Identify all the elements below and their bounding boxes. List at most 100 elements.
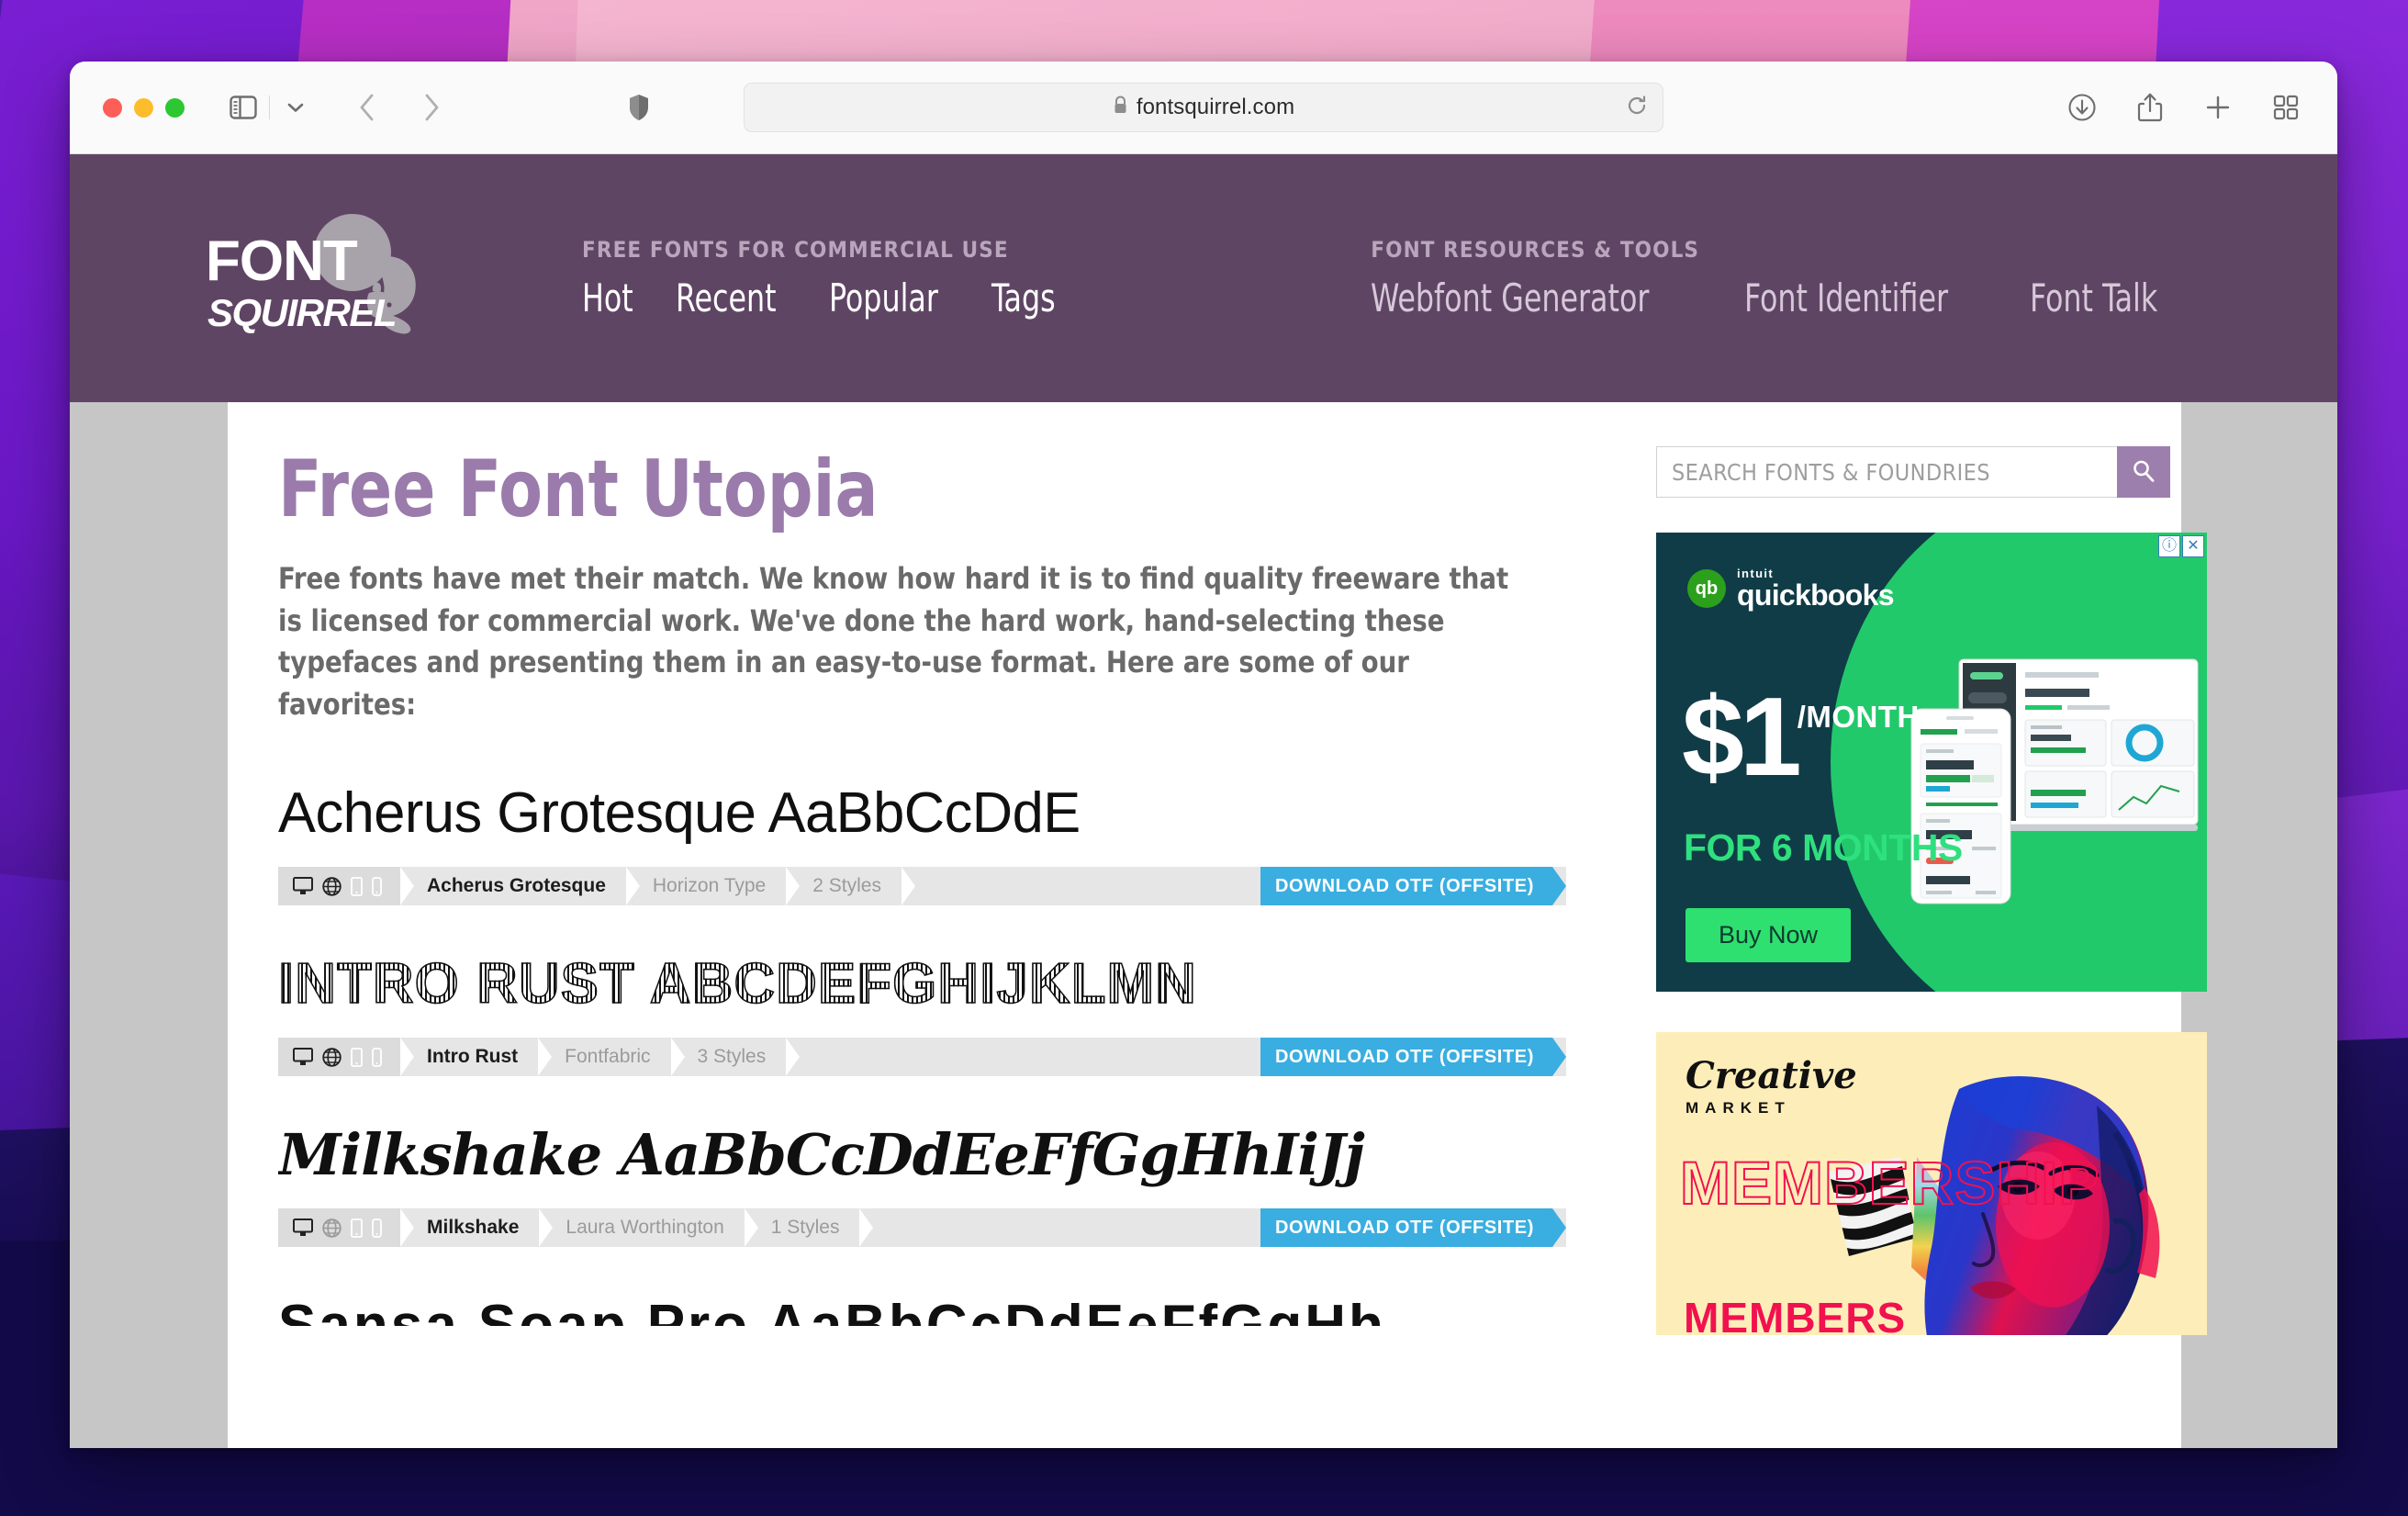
ad-cta-button[interactable]: Buy Now bbox=[1686, 908, 1852, 962]
font-styles-count: 1 Styles bbox=[757, 1208, 860, 1248]
meta-chevron bbox=[400, 1208, 414, 1248]
ad-price: $1 bbox=[1682, 674, 1802, 799]
search-icon bbox=[2132, 459, 2156, 486]
page-title: Free Font Utopia bbox=[278, 444, 879, 535]
download-chevron bbox=[1246, 867, 1260, 906]
font-foundry[interactable]: Laura Worthington bbox=[553, 1208, 745, 1248]
font-styles-count: 2 Styles bbox=[800, 867, 902, 906]
font-foundry[interactable]: Fontfabric bbox=[552, 1038, 671, 1077]
window-controls[interactable] bbox=[103, 97, 185, 118]
quickbooks-mark: qb bbox=[1687, 569, 1726, 608]
font-name[interactable]: Acherus Grotesque bbox=[414, 867, 626, 906]
meta-spacer bbox=[914, 867, 1247, 906]
font-row: Acherus Grotesque AaBbCcDdE Acherus Grot… bbox=[278, 777, 1566, 906]
ad-product-screenshot bbox=[1910, 658, 2199, 904]
nav-link-font-talk[interactable]: Font Talk bbox=[2030, 275, 2157, 320]
desktop-icon bbox=[293, 1218, 313, 1237]
search-input[interactable] bbox=[1656, 446, 2117, 498]
font-specimen[interactable]: INTRO RUST ABCDEFGHIJKLMN bbox=[278, 948, 1566, 1027]
site-header: FONT SQUIRREL FREE FONTS FOR COMMERCIAL … bbox=[70, 154, 2337, 402]
tablet-icon bbox=[372, 876, 382, 896]
sidebar-toggle-icon[interactable] bbox=[223, 87, 263, 128]
sidebar: ⓘ ✕ qb intuit quickbooks bbox=[1621, 402, 2207, 1448]
browser-window: fontsquirrel.com FONT SQUIRREL FREE FONT… bbox=[70, 62, 2337, 1448]
font-name[interactable]: Intro Rust bbox=[414, 1038, 539, 1077]
web-icon bbox=[322, 876, 342, 896]
content-wrapper: Free Font Utopia Free fonts have met the… bbox=[228, 402, 2207, 1448]
page-viewport: FONT SQUIRREL FREE FONTS FOR COMMERCIAL … bbox=[70, 154, 2337, 1448]
font-meta-bar: Milkshake Laura Worthington 1 Styles DOW… bbox=[278, 1208, 1566, 1248]
web-icon bbox=[322, 1047, 342, 1067]
font-usage-icons bbox=[278, 867, 400, 906]
ad-quickbooks[interactable]: ⓘ ✕ qb intuit quickbooks $1 /MONTH FOR 6… bbox=[1656, 533, 2207, 992]
meta-chevron bbox=[901, 867, 915, 906]
download-arrow-tip bbox=[1552, 1038, 1566, 1077]
nav-link-font-identifier[interactable]: Font Identifier bbox=[1744, 275, 1948, 320]
ad-subhead: FOR 6 MONTHS bbox=[1684, 826, 1963, 869]
toolbar-right-actions bbox=[2062, 87, 2306, 128]
ad-info-icon[interactable]: ⓘ bbox=[2158, 535, 2180, 557]
font-name[interactable]: Milkshake bbox=[414, 1208, 540, 1248]
forward-arrow-icon[interactable] bbox=[411, 87, 452, 128]
close-window-button[interactable] bbox=[103, 97, 122, 118]
meta-spacer bbox=[873, 1208, 1247, 1248]
download-button-group[interactable]: DOWNLOAD OTF (OFFSITE) bbox=[1246, 867, 1566, 906]
tab-overview-icon[interactable] bbox=[2266, 87, 2306, 128]
download-button[interactable]: DOWNLOAD OTF (OFFSITE) bbox=[1260, 1208, 1552, 1248]
download-arrow-tip bbox=[1552, 1208, 1566, 1248]
font-specimen[interactable]: Milkshake AaBbCcDdEeFfGgHhIiJj bbox=[278, 1118, 1566, 1197]
download-button-group[interactable]: DOWNLOAD OTF (OFFSITE) bbox=[1246, 1038, 1566, 1077]
download-button[interactable]: DOWNLOAD OTF (OFFSITE) bbox=[1260, 1038, 1552, 1077]
quickbooks-label: quickbooks bbox=[1737, 578, 1895, 612]
back-arrow-icon[interactable] bbox=[347, 87, 387, 128]
downloads-icon[interactable] bbox=[2062, 87, 2102, 128]
meta-chevron bbox=[400, 1038, 414, 1077]
meta-chevron bbox=[625, 867, 640, 906]
download-button-group[interactable]: DOWNLOAD OTF (OFFSITE) bbox=[1246, 1208, 1566, 1248]
creative-market-subwordmark: MARKET bbox=[1686, 1099, 1791, 1117]
meta-chevron bbox=[786, 867, 801, 906]
nav-link-popular[interactable]: Popular bbox=[829, 275, 938, 320]
search-button[interactable] bbox=[2117, 446, 2170, 498]
nav-link-recent[interactable]: Recent bbox=[676, 275, 777, 320]
font-foundry[interactable]: Horizon Type bbox=[639, 867, 787, 906]
font-styles-count: 3 Styles bbox=[684, 1038, 787, 1077]
maximize-window-button[interactable] bbox=[165, 97, 185, 118]
plus-icon[interactable] bbox=[2198, 87, 2238, 128]
ad-close-icon[interactable]: ✕ bbox=[2182, 535, 2204, 557]
minimize-window-button[interactable] bbox=[134, 97, 153, 118]
svg-text:FONT: FONT bbox=[206, 230, 358, 293]
nav-kicker-free-fonts: FREE FONTS FOR COMMERCIAL USE bbox=[582, 236, 1009, 263]
font-usage-icons bbox=[278, 1038, 400, 1077]
nav-link-tags[interactable]: Tags bbox=[991, 275, 1056, 320]
nav-links-free-fonts: Hot Recent Popular Tags bbox=[582, 275, 1068, 320]
meta-chevron bbox=[859, 1208, 874, 1248]
mobile-icon bbox=[351, 876, 363, 896]
meta-spacer bbox=[800, 1038, 1247, 1077]
address-bar[interactable]: fontsquirrel.com bbox=[744, 83, 1663, 132]
font-usage-icons bbox=[278, 1208, 400, 1248]
site-logo[interactable]: FONT SQUIRREL bbox=[206, 214, 472, 343]
ad-creative-market[interactable]: Creative MARKET MEMBERSHIP MEMBERS bbox=[1656, 1032, 2207, 1335]
download-button[interactable]: DOWNLOAD OTF (OFFSITE) bbox=[1260, 867, 1552, 906]
font-specimen[interactable]: Acherus Grotesque AaBbCcDdE bbox=[278, 777, 1553, 856]
nav-link-hot[interactable]: Hot bbox=[582, 275, 633, 320]
creative-market-logo: Creative MARKET bbox=[1686, 1058, 1857, 1117]
reload-icon[interactable] bbox=[1626, 95, 1648, 121]
tablet-icon bbox=[372, 1047, 382, 1067]
nav-link-webfont-generator[interactable]: Webfont Generator bbox=[1371, 275, 1649, 320]
chevron-down-icon[interactable] bbox=[275, 87, 316, 128]
shield-icon[interactable] bbox=[619, 87, 659, 128]
share-icon[interactable] bbox=[2130, 87, 2170, 128]
font-specimen-partial[interactable]: Sansa Soap Pro AaBbCcDdEeFfGgHh bbox=[278, 1289, 1566, 1326]
desktop-icon bbox=[293, 1048, 313, 1066]
url-text: fontsquirrel.com bbox=[1136, 95, 1295, 119]
desktop-icon bbox=[293, 877, 313, 895]
toolbar-divider bbox=[269, 95, 270, 119]
font-row: INTRO RUST ABCDEFGHIJKLMN Intro Rust Fon… bbox=[278, 948, 1566, 1077]
browser-toolbar: fontsquirrel.com bbox=[70, 62, 2337, 154]
tablet-icon bbox=[372, 1218, 382, 1238]
main-column: Free Font Utopia Free fonts have met the… bbox=[228, 402, 1621, 1448]
lock-icon bbox=[1113, 95, 1128, 119]
quickbooks-wordmark: intuit quickbooks bbox=[1737, 567, 1895, 612]
